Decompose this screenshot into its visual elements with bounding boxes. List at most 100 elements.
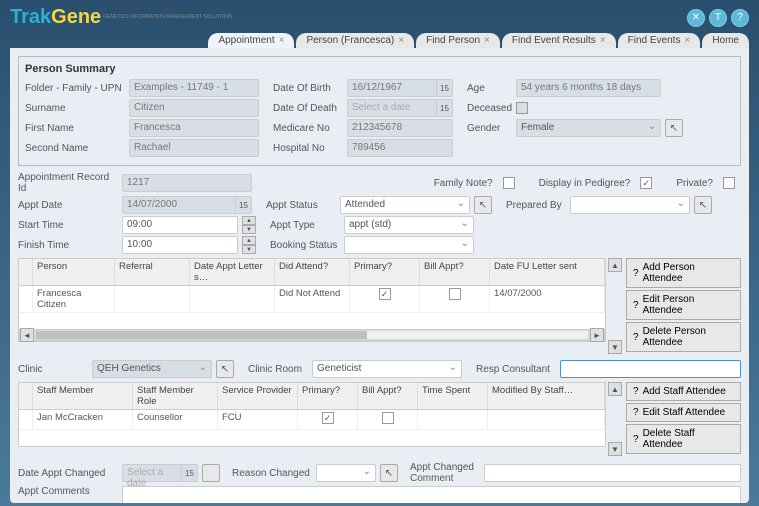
firstname-label: First Name <box>25 123 125 134</box>
button-label: Delete Staff Attendee <box>643 428 734 450</box>
close-icon[interactable]: × <box>484 35 490 46</box>
scroll-down-icon[interactable]: ▼ <box>608 442 622 456</box>
date-changed-field[interactable]: Select a date <box>122 464 182 482</box>
col-fu-date[interactable]: Date FU Letter sent <box>490 259 605 285</box>
logo-subtitle: GENETICS INFORMATION MANAGEMENT SOLUTION… <box>103 15 232 20</box>
person-attendee-table: Person Referral Date Appt Letter s… Did … <box>18 258 606 342</box>
folder-field: Examples - 11749 - 1 <box>129 79 259 97</box>
deceased-checkbox[interactable] <box>516 102 528 114</box>
prepared-by-select[interactable] <box>570 196 690 214</box>
appt-type-select[interactable]: appt (std) <box>344 216 474 234</box>
delete-staff-attendee-button[interactable]: ?Delete Staff Attendee <box>626 424 741 454</box>
appt-comments-field[interactable] <box>122 486 741 503</box>
surname-label: Surname <box>25 103 125 114</box>
spin-down-icon[interactable]: ▼ <box>242 245 256 254</box>
primary-checkbox[interactable]: ✓ <box>379 288 391 300</box>
tab-label: Find Event Results <box>512 35 596 46</box>
tab-find-event-results[interactable]: Find Event Results × <box>502 33 616 48</box>
col-primary[interactable]: Primary? <box>298 383 358 409</box>
scroll-left-icon[interactable]: ◄ <box>20 328 34 342</box>
col-person[interactable]: Person <box>33 259 115 285</box>
tab-find-person[interactable]: Find Person× <box>416 33 500 48</box>
primary-checkbox[interactable]: ✓ <box>322 412 334 424</box>
col-bill[interactable]: Bill Appt? <box>358 383 418 409</box>
col-staff[interactable]: Staff Member <box>33 383 133 409</box>
cell-referral <box>115 286 190 312</box>
dob-field: 16/12/1967 <box>347 79 437 97</box>
finish-time-field[interactable]: 10:00 <box>122 236 238 254</box>
help-icon: ? <box>633 332 639 343</box>
secondname-label: Second Name <box>25 143 125 154</box>
start-time-field[interactable]: 09:00 <box>122 216 238 234</box>
spin-up-icon[interactable]: ▲ <box>242 236 256 245</box>
spin-down-icon[interactable]: ▼ <box>242 225 256 234</box>
tab-person[interactable]: Person (Francesca)× <box>296 33 414 48</box>
dod-label: Date Of Death <box>273 103 343 114</box>
appt-date-field[interactable]: 14/07/2000 <box>122 196 236 214</box>
private-checkbox[interactable] <box>723 177 735 189</box>
calendar-icon[interactable]: 15 <box>182 464 198 482</box>
lookup-icon[interactable]: ↖ <box>216 360 234 378</box>
lookup-icon[interactable]: ↖ <box>380 464 398 482</box>
calendar-icon[interactable]: 15 <box>437 79 453 97</box>
tab-home[interactable]: Home <box>702 33 749 48</box>
help-icon: ? <box>633 268 639 279</box>
tab-appointment[interactable]: Appointment× <box>208 33 294 48</box>
bill-checkbox[interactable] <box>449 288 461 300</box>
horizontal-scrollbar[interactable]: ◄► <box>19 329 605 341</box>
cell-primary: ✓ <box>350 286 420 312</box>
resp-consultant-label: Resp Consultant <box>476 364 556 375</box>
resp-consultant-field[interactable] <box>560 360 741 378</box>
dod-field[interactable]: Select a date <box>347 99 437 117</box>
col-referral[interactable]: Referral <box>115 259 190 285</box>
scroll-up-icon[interactable]: ▲ <box>608 258 622 272</box>
bill-checkbox[interactable] <box>382 412 394 424</box>
info-icon[interactable]: T <box>709 9 727 27</box>
col-modified[interactable]: Modified By Staff… <box>488 383 605 409</box>
col-provider[interactable]: Service Provider <box>218 383 298 409</box>
logo-trak: Trak <box>10 6 51 28</box>
close-icon[interactable]: × <box>684 35 690 46</box>
close-icon[interactable]: × <box>398 35 404 46</box>
appt-status-select[interactable]: Attended <box>340 196 470 214</box>
lookup-icon[interactable]: ↖ <box>665 119 683 137</box>
changed-comment-field[interactable] <box>484 464 741 482</box>
col-attend[interactable]: Did Attend? <box>275 259 350 285</box>
reason-changed-select[interactable] <box>316 464 376 482</box>
add-person-attendee-button[interactable]: ?Add Person Attendee <box>626 258 741 288</box>
col-bill[interactable]: Bill Appt? <box>420 259 490 285</box>
close-app-icon[interactable]: ✕ <box>687 9 705 27</box>
table-row[interactable]: Jan McCracken Counsellor FCU ✓ <box>19 410 605 430</box>
scroll-up-icon[interactable]: ▲ <box>608 382 622 396</box>
clinic-room-label: Clinic Room <box>248 364 308 375</box>
close-icon[interactable]: × <box>279 35 285 46</box>
clear-icon[interactable] <box>202 464 220 482</box>
calendar-icon[interactable]: 15 <box>437 99 453 117</box>
booking-status-select[interactable] <box>344 236 474 254</box>
cell-modified <box>488 410 605 429</box>
add-staff-attendee-button[interactable]: ?Add Staff Attendee <box>626 382 741 401</box>
edit-person-attendee-button[interactable]: ?Edit Person Attendee <box>626 290 741 320</box>
delete-person-attendee-button[interactable]: ?Delete Person Attendee <box>626 322 741 352</box>
col-role[interactable]: Staff Member Role <box>133 383 218 409</box>
table-row[interactable]: Francesca Citizen Did Not Attend ✓ 14/07… <box>19 286 605 313</box>
clinic-room-select[interactable]: Geneticist <box>312 360 462 378</box>
close-icon[interactable]: × <box>600 35 606 46</box>
scroll-right-icon[interactable]: ► <box>590 328 604 342</box>
edit-staff-attendee-button[interactable]: ?Edit Staff Attendee <box>626 403 741 422</box>
calendar-icon[interactable]: 15 <box>236 196 252 214</box>
col-time[interactable]: Time Spent <box>418 383 488 409</box>
date-changed-label: Date Appt Changed <box>18 468 118 479</box>
tab-find-events[interactable]: Find Events× <box>618 33 701 48</box>
gender-select[interactable]: Female <box>516 119 661 137</box>
scroll-down-icon[interactable]: ▼ <box>608 340 622 354</box>
lookup-icon[interactable]: ↖ <box>694 196 712 214</box>
display-pedigree-checkbox[interactable]: ✓ <box>640 177 652 189</box>
spin-up-icon[interactable]: ▲ <box>242 216 256 225</box>
help-icon[interactable]: ? <box>731 9 749 27</box>
family-note-checkbox[interactable] <box>503 177 515 189</box>
lookup-icon[interactable]: ↖ <box>474 196 492 214</box>
col-date-letter[interactable]: Date Appt Letter s… <box>190 259 275 285</box>
col-primary[interactable]: Primary? <box>350 259 420 285</box>
clinic-select[interactable]: QEH Genetics <box>92 360 212 378</box>
